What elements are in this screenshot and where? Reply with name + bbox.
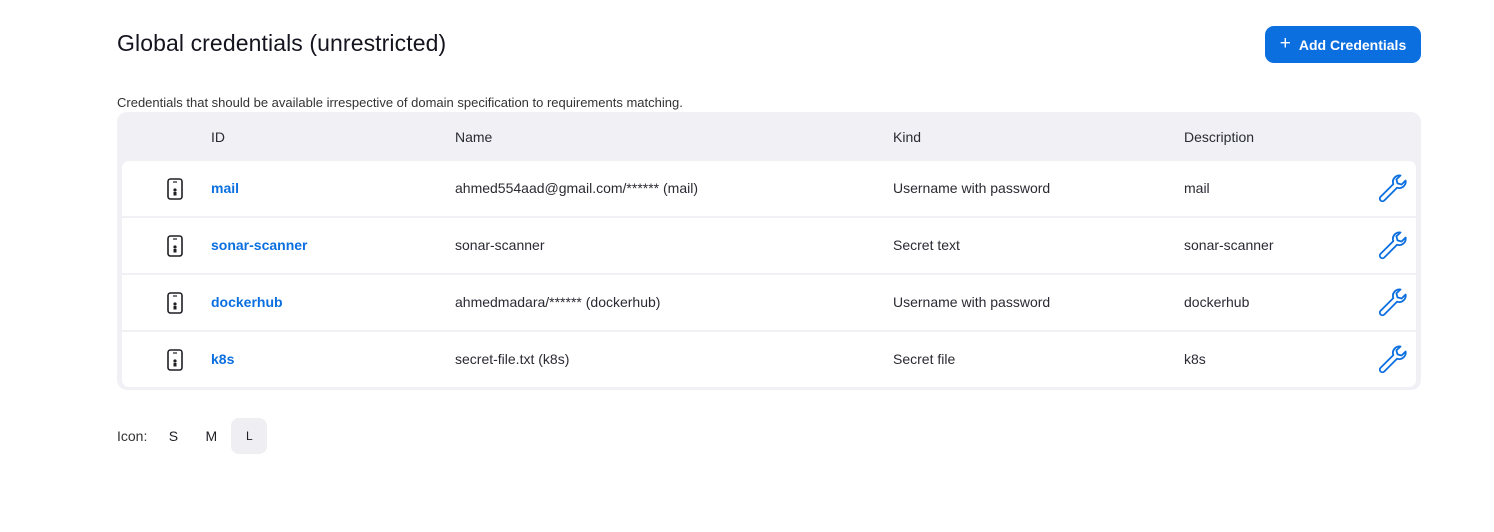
mobile-device-icon (167, 178, 183, 200)
icon-size-selector: Icon: S M L (117, 418, 269, 454)
credential-id-link[interactable]: sonar-scanner (211, 237, 307, 253)
wrench-icon[interactable] (1376, 343, 1408, 375)
table-body: mail ahmed554aad@gmail.com/****** (mail)… (122, 161, 1416, 387)
credential-kind: Username with password (893, 180, 1051, 196)
credential-id-link[interactable]: k8s (211, 351, 234, 367)
mobile-device-icon (167, 292, 183, 314)
table-row: dockerhub ahmedmadara/****** (dockerhub)… (122, 275, 1416, 330)
credential-name: secret-file.txt (k8s) (455, 351, 570, 367)
credential-description: dockerhub (1184, 294, 1250, 310)
icon-size-label: Icon: (117, 428, 148, 444)
credential-description: sonar-scanner (1184, 237, 1274, 253)
column-header-kind: Kind (893, 129, 922, 145)
add-credentials-button[interactable]: + Add Credentials (1265, 26, 1421, 63)
credential-description: mail (1184, 180, 1210, 196)
credential-kind: Secret file (893, 351, 956, 367)
wrench-icon[interactable] (1376, 229, 1408, 261)
table-row: mail ahmed554aad@gmail.com/****** (mail)… (122, 161, 1416, 216)
table-row: k8s secret-file.txt (k8s) Secret file k8… (122, 332, 1416, 387)
icon-size-medium-button[interactable]: M (193, 418, 229, 454)
credentials-table: ID Name Kind Description mail ahmed554aa… (117, 112, 1421, 390)
icon-size-small-button[interactable]: S (155, 418, 191, 454)
credential-description: k8s (1184, 351, 1206, 367)
credential-id-link[interactable]: dockerhub (211, 294, 283, 310)
page-description: Credentials that should be available irr… (117, 95, 683, 110)
page-title: Global credentials (unrestricted) (117, 30, 447, 56)
credential-name: sonar-scanner (455, 237, 545, 253)
credential-name: ahmedmadara/****** (dockerhub) (455, 294, 661, 310)
credential-id-link[interactable]: mail (211, 180, 239, 196)
credential-name: ahmed554aad@gmail.com/****** (mail) (455, 180, 698, 196)
column-header-id: ID (211, 129, 225, 145)
column-header-name: Name (455, 129, 493, 145)
column-header-description: Description (1184, 129, 1255, 145)
credential-kind: Secret text (893, 237, 960, 253)
table-header: ID Name Kind Description (117, 112, 1421, 160)
table-row: sonar-scanner sonar-scanner Secret text … (122, 218, 1416, 273)
credential-kind: Username with password (893, 294, 1051, 310)
mobile-device-icon (167, 349, 183, 371)
plus-icon: + (1279, 33, 1291, 54)
wrench-icon[interactable] (1376, 172, 1408, 204)
wrench-icon[interactable] (1376, 286, 1408, 318)
icon-size-large-button[interactable]: L (231, 418, 268, 454)
add-credentials-label: Add Credentials (1298, 36, 1407, 53)
mobile-device-icon (167, 235, 183, 257)
